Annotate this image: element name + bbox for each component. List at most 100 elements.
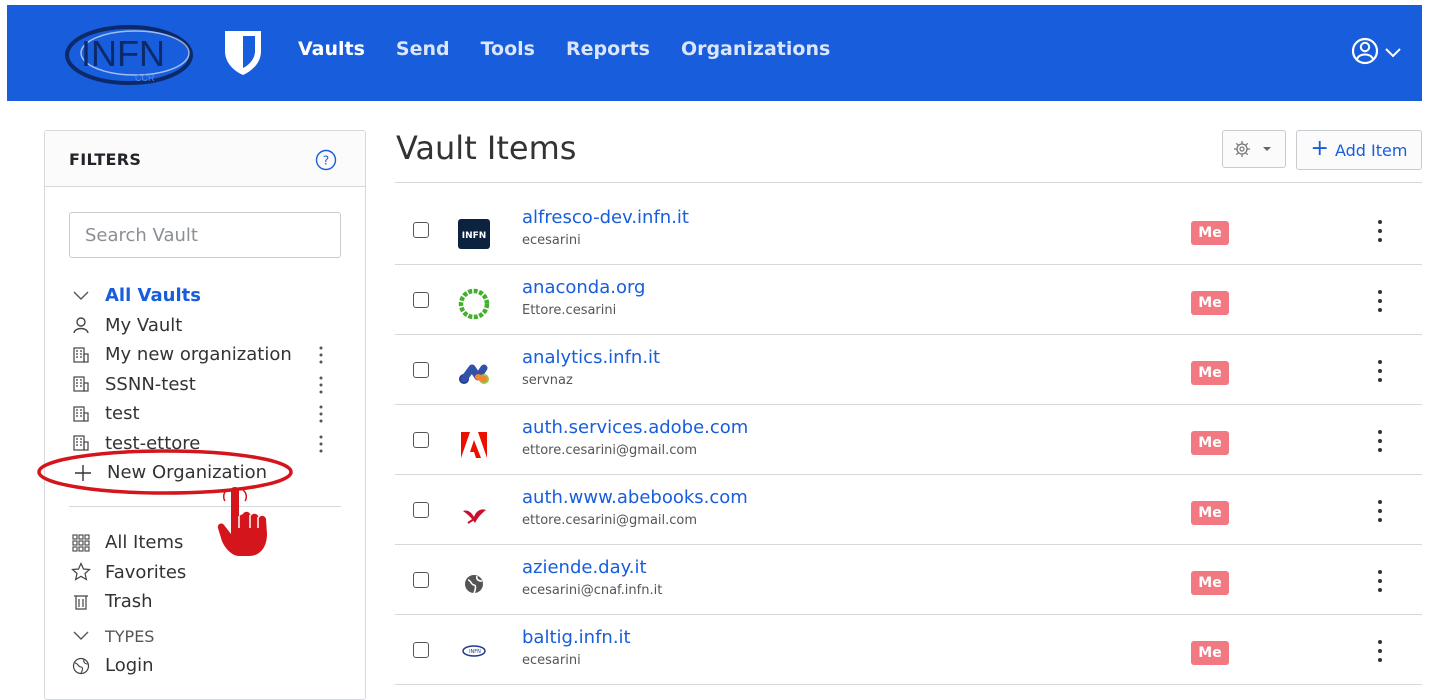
kebab-menu-icon[interactable] xyxy=(1376,498,1384,524)
nav-vaults[interactable]: Vaults xyxy=(298,34,365,64)
item-name[interactable]: auth.www.abebooks.com xyxy=(522,487,748,508)
vault-item-row[interactable]: auth.www.abebooks.com ettore.cesarini@gm… xyxy=(395,475,1422,545)
vault-item-row[interactable]: INFN alfresco-dev.infn.it ecesarini Me xyxy=(395,195,1422,265)
item-checkbox[interactable] xyxy=(413,362,429,378)
chevron-down-icon[interactable] xyxy=(69,286,93,306)
plus-icon: + xyxy=(1310,136,1329,161)
item-username: ettore.cesarini@gmail.com xyxy=(522,443,698,458)
trash-icon xyxy=(69,592,93,612)
bitwarden-shield-icon[interactable] xyxy=(222,29,264,77)
item-username: Ettore.cesarini xyxy=(522,303,617,318)
item-name[interactable]: auth.services.adobe.com xyxy=(522,417,748,438)
matomo-icon xyxy=(459,364,489,384)
adobe-icon xyxy=(460,430,488,458)
sidebar-divider xyxy=(69,506,341,507)
infn-logo[interactable]: INFN CCR xyxy=(59,19,204,89)
abebooks-icon xyxy=(463,509,486,524)
globe-icon xyxy=(69,656,93,676)
star-icon xyxy=(69,562,93,582)
page-title: Vault Items xyxy=(396,129,577,167)
help-icon[interactable]: ? xyxy=(315,149,337,171)
item-checkbox[interactable] xyxy=(413,432,429,448)
svg-text:?: ? xyxy=(323,154,329,168)
filter-trash[interactable]: Trash xyxy=(69,587,359,617)
item-username: servnaz xyxy=(522,373,573,388)
item-checkbox[interactable] xyxy=(413,292,429,308)
kebab-menu-icon[interactable] xyxy=(317,403,325,425)
settings-dropdown-button[interactable] xyxy=(1222,130,1286,168)
item-username: ecesarini xyxy=(522,653,581,668)
account-menu-icon[interactable] xyxy=(1350,35,1414,69)
kebab-menu-icon[interactable] xyxy=(1376,428,1384,454)
add-item-label: Add Item xyxy=(1334,140,1408,160)
item-checkbox[interactable] xyxy=(413,502,429,518)
svg-text:INFN: INFN xyxy=(462,231,487,241)
item-name[interactable]: baltig.infn.it xyxy=(522,627,631,648)
building-icon xyxy=(69,374,93,394)
item-username: ecesarini@cnaf.infn.it xyxy=(522,583,663,598)
owner-badge: Me xyxy=(1191,641,1229,665)
vault-item-test[interactable]: test xyxy=(69,399,359,429)
vault-item-row[interactable]: aziende.day.it ecesarini@cnaf.infn.it Me xyxy=(395,545,1422,615)
kebab-menu-icon[interactable] xyxy=(1376,568,1384,594)
item-username: ettore.cesarini@gmail.com xyxy=(522,513,698,528)
filter-login[interactable]: Login xyxy=(69,651,359,681)
all-vaults-label: All Vaults xyxy=(105,285,201,307)
vault-item-my-new-organization[interactable]: My new organization xyxy=(69,340,359,370)
owner-badge: Me xyxy=(1191,361,1229,385)
grid-icon xyxy=(69,533,93,553)
building-icon xyxy=(69,404,93,424)
all-vaults-item[interactable]: All Vaults xyxy=(69,281,359,311)
main-nav: Vaults Send Tools Reports Organizations xyxy=(298,34,861,64)
vault-label: test xyxy=(105,403,140,425)
nav-tools[interactable]: Tools xyxy=(481,34,535,64)
kebab-menu-icon[interactable] xyxy=(317,374,325,396)
nav-organizations[interactable]: Organizations xyxy=(681,34,830,64)
vault-item-row[interactable]: anaconda.org Ettore.cesarini Me xyxy=(395,265,1422,335)
title-divider xyxy=(395,182,1422,183)
types-label: TYPES xyxy=(105,626,155,646)
chevron-down-icon[interactable] xyxy=(69,626,93,646)
vault-item-row[interactable]: analytics.infn.it servnaz Me xyxy=(395,335,1422,405)
item-username: ecesarini xyxy=(522,233,581,248)
item-checkbox[interactable] xyxy=(413,642,429,658)
vault-label: My new organization xyxy=(105,344,292,366)
owner-badge: Me xyxy=(1191,291,1229,315)
trash-label: Trash xyxy=(105,591,153,613)
vault-item-my-vault[interactable]: My Vault xyxy=(69,311,359,341)
logo-text: INFN xyxy=(81,33,165,74)
building-icon xyxy=(69,345,93,365)
item-name[interactable]: alfresco-dev.infn.it xyxy=(522,207,689,228)
item-checkbox[interactable] xyxy=(413,572,429,588)
user-icon xyxy=(69,315,93,335)
vault-label: My Vault xyxy=(105,314,183,336)
item-name[interactable]: analytics.infn.it xyxy=(522,347,660,368)
kebab-menu-icon[interactable] xyxy=(1376,218,1384,244)
kebab-menu-icon[interactable] xyxy=(317,344,325,366)
infn-small-icon: INFN xyxy=(462,645,486,657)
item-name[interactable]: aziende.day.it xyxy=(522,557,647,578)
kebab-menu-icon[interactable] xyxy=(1376,638,1384,664)
search-vault-input[interactable] xyxy=(69,212,341,258)
filter-favorites[interactable]: Favorites xyxy=(69,558,359,588)
add-item-button[interactable]: + Add Item xyxy=(1296,130,1422,170)
vault-label: SSNN-test xyxy=(105,373,196,395)
filters-panel: FILTERS ? All Vaults My Vault My new org… xyxy=(44,130,366,700)
owner-badge: Me xyxy=(1191,501,1229,525)
nav-send[interactable]: Send xyxy=(396,34,450,64)
filters-title: FILTERS xyxy=(69,150,142,169)
kebab-menu-icon[interactable] xyxy=(1376,358,1384,384)
globe-icon xyxy=(465,575,483,594)
kebab-menu-icon[interactable] xyxy=(1376,288,1384,314)
types-header[interactable]: TYPES xyxy=(69,622,359,652)
all-items-label: All Items xyxy=(105,532,184,554)
vault-item-ssnn-test[interactable]: SSNN-test xyxy=(69,370,359,400)
nav-reports[interactable]: Reports xyxy=(566,34,650,64)
vault-item-row[interactable]: INFN baltig.infn.it ecesarini Me xyxy=(395,615,1422,685)
anaconda-icon xyxy=(458,288,490,320)
item-name[interactable]: anaconda.org xyxy=(522,277,646,298)
item-checkbox[interactable] xyxy=(413,222,429,238)
pointing-hand-icon xyxy=(217,487,267,556)
vault-item-row[interactable]: auth.services.adobe.com ettore.cesarini@… xyxy=(395,405,1422,475)
kebab-menu-icon[interactable] xyxy=(317,433,325,455)
